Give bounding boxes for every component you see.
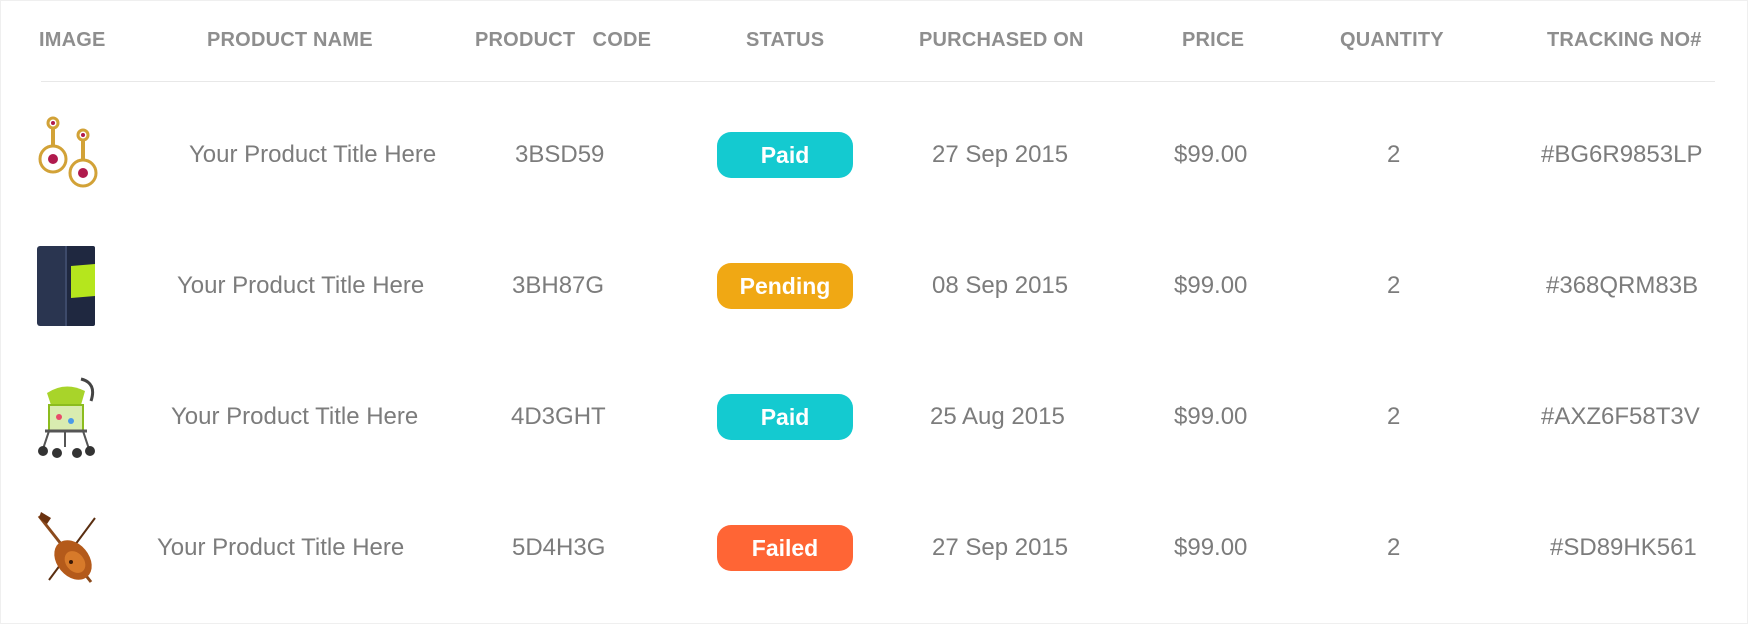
table-row[interactable]: Your Product Title Here 3BSD59 Paid 27 S… — [1, 90, 1748, 220]
purchased-on: 08 Sep 2015 — [932, 272, 1069, 299]
product-name[interactable]: Your Product Title Here — [157, 534, 404, 562]
purchased-on: 27 Sep 2015 — [932, 141, 1069, 168]
quantity: 2 — [1387, 403, 1401, 430]
status-badge: Failed — [717, 525, 853, 571]
header-tracking: TRACKING NO# — [1547, 29, 1702, 51]
header-product-code: PRODUCT CODE — [475, 29, 652, 51]
purchased-on: 27 Sep 2015 — [932, 534, 1069, 561]
header-image: IMAGE — [39, 29, 106, 51]
table-header: IMAGE PRODUCT NAME PRODUCT CODE STATUS P… — [1, 1, 1748, 81]
earrings-icon[interactable] — [35, 113, 101, 197]
header-price: PRICE — [1182, 29, 1245, 51]
product-code: 3BH87G — [512, 272, 605, 299]
tracking-number[interactable]: #AXZ6F58T3V — [1541, 403, 1700, 431]
status-badge: Paid — [717, 394, 853, 440]
product-name[interactable]: Your Product Title Here — [189, 141, 436, 169]
status-badge: Pending — [717, 263, 853, 309]
table-row[interactable]: Your Product Title Here 4D3GHT Paid 25 A… — [1, 352, 1748, 482]
price: $99.00 — [1174, 534, 1248, 561]
quantity: 2 — [1387, 141, 1401, 168]
status-badge: Paid — [717, 132, 853, 178]
price: $99.00 — [1174, 141, 1248, 168]
header-quantity: QUANTITY — [1340, 29, 1444, 51]
header-product-name: PRODUCT NAME — [207, 29, 373, 51]
table-row[interactable]: Your Product Title Here 5D4H3G Failed 27… — [1, 483, 1748, 613]
header-divider — [41, 81, 1715, 82]
tracking-number[interactable]: #368QRM83B — [1546, 272, 1698, 300]
quantity: 2 — [1387, 272, 1401, 299]
order-table: IMAGE PRODUCT NAME PRODUCT CODE STATUS P… — [0, 0, 1748, 624]
product-code: 5D4H3G — [512, 534, 606, 561]
tracking-number[interactable]: #BG6R9853LP — [1541, 141, 1702, 169]
purchased-on: 25 Aug 2015 — [930, 403, 1065, 430]
phone-case-icon[interactable] — [35, 244, 101, 328]
product-code: 3BSD59 — [515, 141, 605, 168]
product-name[interactable]: Your Product Title Here — [171, 403, 418, 431]
tracking-number[interactable]: #SD89HK561 — [1550, 534, 1697, 562]
violin-icon[interactable] — [35, 506, 101, 590]
header-status: STATUS — [746, 29, 825, 51]
stroller-icon[interactable] — [35, 375, 101, 459]
table-row[interactable]: Your Product Title Here 3BH87G Pending 0… — [1, 221, 1748, 351]
product-code: 4D3GHT — [511, 403, 606, 430]
quantity: 2 — [1387, 534, 1401, 561]
header-purchased-on: PURCHASED ON — [919, 29, 1084, 51]
product-name[interactable]: Your Product Title Here — [177, 272, 424, 300]
price: $99.00 — [1174, 272, 1248, 299]
price: $99.00 — [1174, 403, 1248, 430]
